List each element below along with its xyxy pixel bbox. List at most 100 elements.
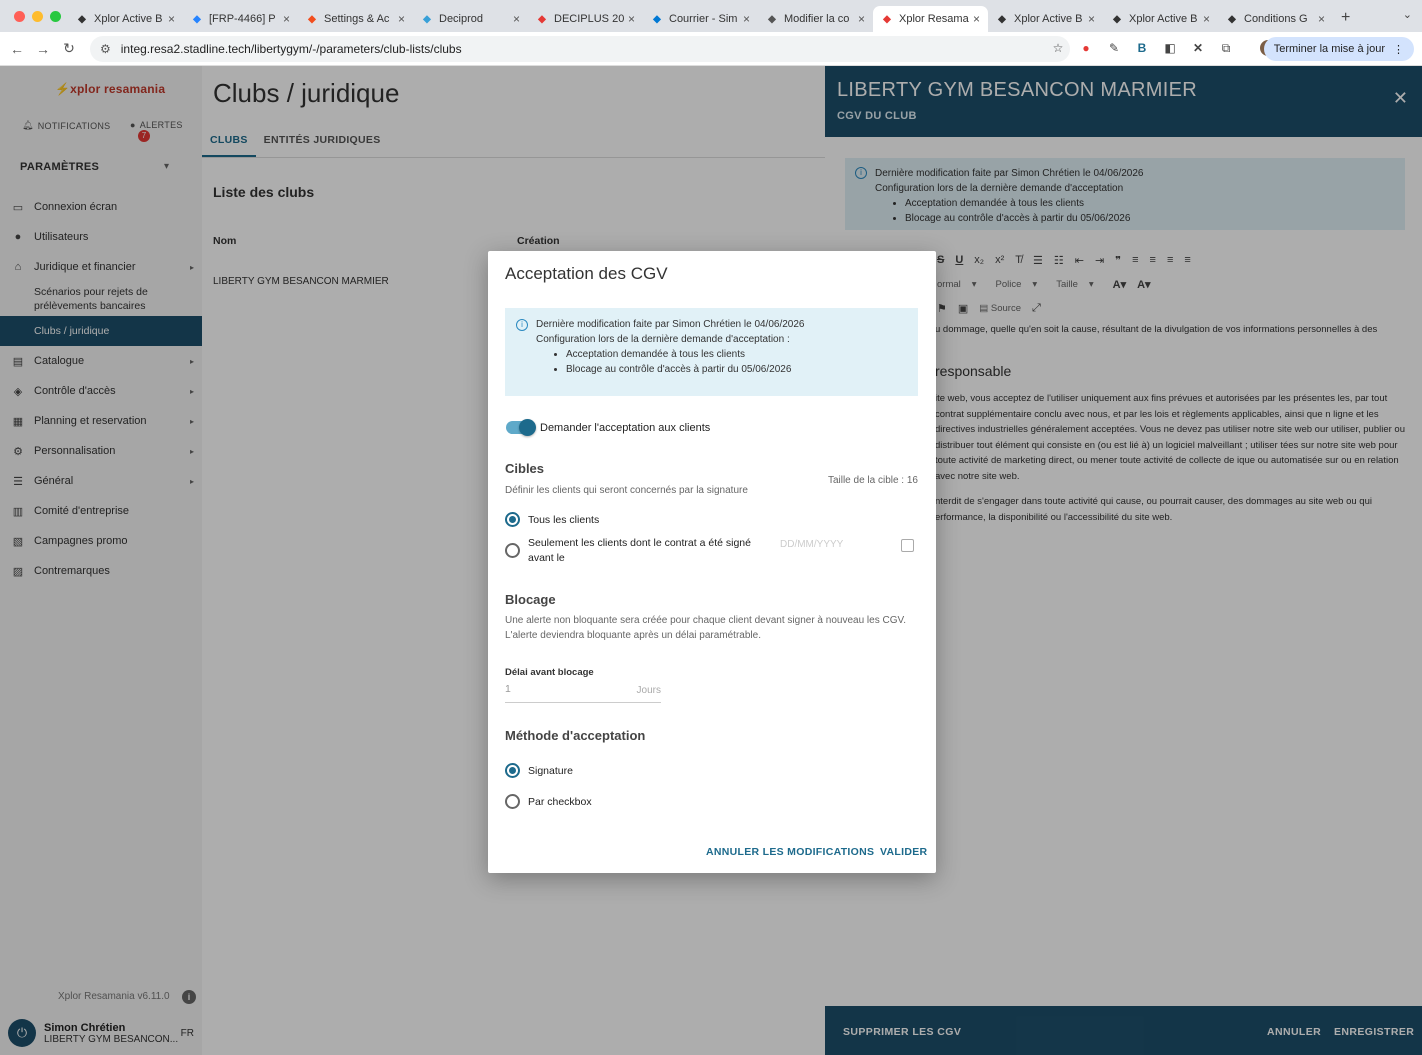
browser-toolbar: ← → ↻ ⚙ integ.resa2.stadline.tech/libert… (0, 32, 1422, 66)
arrow-icon: ◆ (1228, 13, 1236, 25)
method-title: Méthode d'acceptation (505, 728, 646, 743)
delay-label: Délai avant blocage (505, 667, 594, 678)
browser-tab[interactable]: ◆ Conditions G × (1218, 6, 1333, 32)
cgv-acceptance-dialog: Acceptation des CGV i Dernière modificat… (488, 251, 936, 873)
tab-title: Modifier la co (784, 13, 850, 25)
tab-search-icon[interactable]: ⌄ (1403, 8, 1412, 21)
tab-close-icon[interactable]: × (858, 12, 865, 26)
browser-tabbar: ◆ Xplor Active B × ◆ [FRP-4466] P × ◆ Settings … (0, 0, 1422, 32)
tab-close-icon[interactable]: × (168, 12, 175, 26)
b-extension-icon[interactable]: B (1134, 40, 1150, 56)
targets-title: Cibles (505, 461, 545, 476)
figma-icon: ◆ (308, 13, 316, 25)
radio-checkbox-label: Par checkbox (528, 796, 592, 808)
tab-close-icon[interactable]: × (513, 12, 520, 26)
tab-title: Xplor Active B (1129, 13, 1198, 25)
block-description: Une alerte non bloquante sera créée pour… (505, 615, 907, 626)
tab-close-icon[interactable]: × (283, 12, 290, 26)
tab-title: Xplor Resama (899, 13, 969, 25)
toggle-knob (519, 419, 536, 436)
date-input[interactable]: DD/MM/YYYY (780, 539, 920, 559)
bookmark-star-icon[interactable]: ☆ (1050, 40, 1066, 56)
puzzle-icon[interactable]: ⧉ (1218, 40, 1234, 56)
info-bullet: Blocage au contrôle d'accès à partir du … (566, 362, 908, 377)
reload-icon[interactable]: ↻ (56, 40, 82, 57)
site-settings-icon[interactable]: ⚙ (100, 42, 111, 56)
radio-clients-before[interactable] (505, 543, 520, 558)
browser-tab[interactable]: ◆ Modifier la co × (758, 6, 873, 32)
tab-title: [FRP-4466] P (209, 13, 276, 25)
browser-tab[interactable]: ◆ Xplor Active B × (68, 6, 183, 32)
window-controls (0, 10, 68, 22)
minimize-window-button[interactable] (32, 10, 43, 22)
info-icon: i (516, 319, 528, 331)
new-tab-button[interactable]: + (1333, 9, 1358, 27)
delay-value: 1 (505, 683, 511, 695)
info-line: Configuration lors de la dernière demand… (536, 334, 790, 345)
browser-tab[interactable]: ◆ Xplor Resama × (873, 6, 988, 32)
tab-close-icon[interactable]: × (1088, 12, 1095, 26)
radio-signature-label: Signature (528, 765, 573, 777)
forward-icon[interactable]: → (30, 41, 56, 57)
browser-tab[interactable]: ◆ Xplor Active B × (988, 6, 1103, 32)
tab-close-icon[interactable]: × (1203, 12, 1210, 26)
acceptance-toggle[interactable] (506, 419, 536, 436)
globe-icon: ◆ (768, 13, 776, 25)
xplor-icon: ◆ (1113, 13, 1121, 25)
browser-tab[interactable]: ◆ Settings & Ac × (298, 6, 413, 32)
update-button-label: Terminer la mise à jour (1273, 43, 1385, 55)
pen-extension-icon[interactable]: ✎ (1106, 40, 1122, 56)
rocket-icon: ◆ (883, 13, 891, 25)
x-extension-icon[interactable]: ✕ (1190, 40, 1206, 56)
extension-red-icon[interactable]: ● (1078, 40, 1094, 56)
browser-tab[interactable]: ◆ Xplor Active B × (1103, 6, 1218, 32)
maximize-window-button[interactable] (50, 10, 61, 22)
jira-icon: ◆ (193, 13, 201, 25)
radio-signature[interactable] (505, 763, 520, 778)
tab-title: Conditions G (1244, 13, 1308, 25)
targets-description: Définir les clients qui seront concernés… (505, 485, 748, 496)
dialog-title: Acceptation des CGV (505, 264, 668, 283)
back-icon[interactable]: ← (4, 41, 30, 57)
date-placeholder: DD/MM/YYYY (780, 539, 844, 550)
browser-tab[interactable]: ◆ Courrier - Sim × (643, 6, 758, 32)
radio-all-clients[interactable] (505, 512, 520, 527)
calendar-icon[interactable] (901, 539, 914, 552)
tab-close-icon[interactable]: × (1318, 12, 1325, 26)
close-window-button[interactable] (14, 10, 25, 22)
toggle-label: Demander l'acceptation aux clients (540, 422, 711, 434)
radio-checkbox[interactable] (505, 794, 520, 809)
radio-all-clients-label: Tous les clients (528, 514, 600, 526)
tab-close-icon[interactable]: × (973, 12, 980, 26)
extensions-bar: ☆ ● ✎ B ◧ ✕ ⧉ ● (1050, 40, 1276, 56)
url-text: integ.resa2.stadline.tech/libertygym/-/p… (120, 42, 462, 56)
tab-title: Deciprod (439, 13, 484, 25)
extension-icon[interactable]: ◧ (1162, 40, 1178, 56)
info-bullet: Acceptation demandée à tous les clients (566, 347, 908, 362)
update-button[interactable]: Terminer la mise à jour ⋮ (1263, 37, 1414, 61)
tab-title: Xplor Active B (94, 13, 163, 25)
tab-close-icon[interactable]: × (743, 12, 750, 26)
delay-input[interactable]: 1 Jours (505, 683, 661, 703)
browser-tab[interactable]: ◆ Deciprod × (413, 6, 528, 32)
browser-tab[interactable]: ◆ [FRP-4466] P × (183, 6, 298, 32)
tab-title: Settings & Ac (324, 13, 390, 25)
delay-unit: Jours (636, 685, 661, 696)
browser-tab[interactable]: ◆ DECIPLUS 20 × (528, 6, 643, 32)
radio-clients-before-label: Seulement les clients dont le contrat a … (528, 537, 751, 564)
tab-title: Xplor Active B (1014, 13, 1083, 25)
info-line: Dernière modification faite par Simon Ch… (536, 319, 805, 330)
xplor-icon: ◆ (78, 13, 86, 25)
tab-close-icon[interactable]: × (398, 12, 405, 26)
dialog-info-box: i Dernière modification faite par Simon … (505, 308, 918, 396)
validate-button[interactable]: VALIDER (880, 846, 927, 858)
address-bar[interactable]: ⚙ integ.resa2.stadline.tech/libertygym/-… (90, 36, 1070, 62)
target-size: Taille de la cible : 16 (827, 475, 918, 486)
rocket-icon: ◆ (538, 13, 546, 25)
tab-title: DECIPLUS 20 (554, 13, 624, 25)
cancel-changes-button[interactable]: ANNULER LES MODIFICATIONS (706, 846, 874, 858)
block-title: Blocage (505, 592, 556, 607)
tab-title: Courrier - Sim (669, 13, 738, 25)
menu-dots-icon[interactable]: ⋮ (1393, 43, 1404, 56)
tab-close-icon[interactable]: × (628, 12, 635, 26)
